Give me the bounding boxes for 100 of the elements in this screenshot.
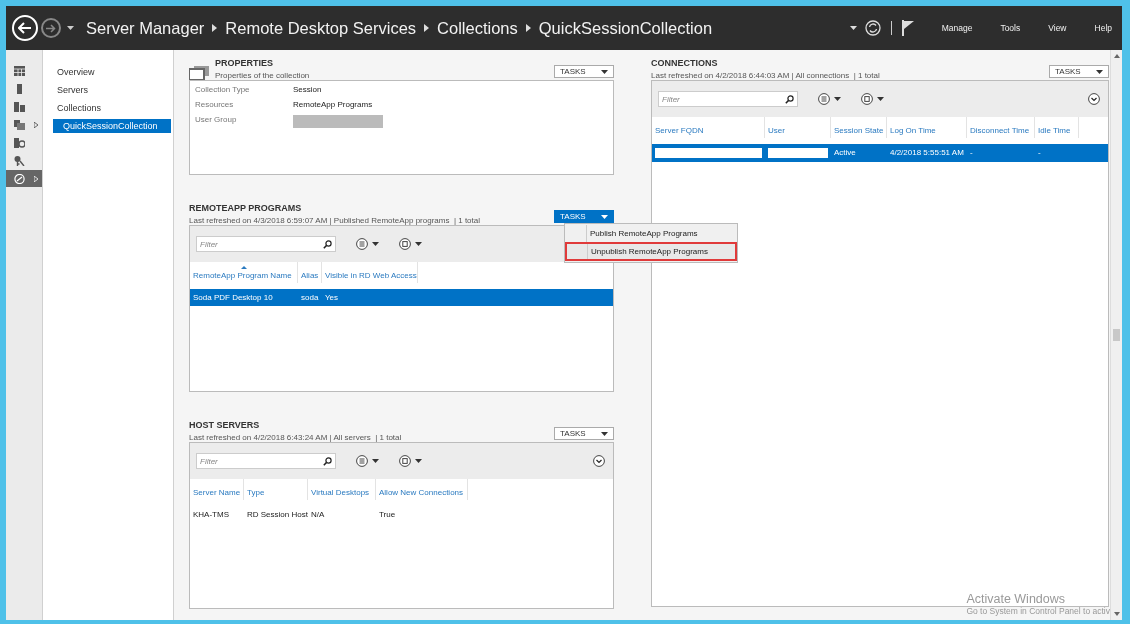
table-cell-text: RD Session Host: [246, 509, 308, 521]
table-cell-text: soda: [300, 292, 320, 304]
save-query-button[interactable]: [399, 455, 422, 467]
column-header[interactable]: Session State: [831, 117, 887, 138]
column-header[interactable]: Alias: [298, 262, 322, 283]
nav-item[interactable]: QuickSessionCollection: [53, 119, 171, 133]
menu-item[interactable]: Manage: [941, 23, 973, 33]
scrollbar[interactable]: [1110, 50, 1122, 620]
column-header[interactable]: Disconnect Time: [967, 117, 1035, 138]
caret-icon: [372, 242, 379, 246]
scroll-down-icon[interactable]: [1113, 612, 1120, 616]
history-caret-icon: [67, 26, 74, 30]
server-gear-icon[interactable]: [14, 137, 25, 148]
list-icon: [356, 455, 368, 467]
list-view-button[interactable]: [818, 93, 841, 105]
scroll-up-icon[interactable]: [1113, 54, 1120, 58]
remote-desktop-icon[interactable]: [14, 173, 25, 184]
section-status: Last refreshed on 4/3/2018 6:59:07 AM | Published RemoteApp programs | 1 total: [189, 216, 480, 225]
forward-button[interactable]: [41, 18, 61, 38]
save-icon: [399, 455, 411, 467]
breadcrumb-item[interactable]: Collections: [437, 18, 518, 38]
server-icon[interactable]: [14, 83, 25, 94]
table-cell-text: -: [1037, 147, 1042, 159]
triangle-icon: [525, 24, 531, 32]
table-row[interactable]: KHA-TMS RD Session Host N/A True: [190, 506, 613, 523]
grid-icon[interactable]: [14, 65, 25, 76]
list-icon: [818, 93, 830, 105]
breadcrumb-item[interactable]: Remote Desktop Services: [225, 18, 417, 38]
filter-field[interactable]: Filter: [196, 453, 336, 469]
filter-field[interactable]: Filter: [196, 236, 336, 252]
caret-icon: [601, 431, 608, 436]
menu-item[interactable]: View: [1048, 23, 1067, 33]
save-query-button[interactable]: [861, 93, 884, 105]
caret-icon: [849, 26, 857, 30]
column-header[interactable]: Idle Time: [1035, 117, 1079, 138]
table-cell-text: N/A: [310, 509, 326, 521]
section-title: REMOTEAPP PROGRAMS: [189, 203, 303, 213]
caret-icon: [415, 242, 422, 246]
tasks-button[interactable]: TASKS: [1049, 65, 1109, 78]
nav-item[interactable]: Collections: [53, 101, 173, 115]
breadcrumb-item[interactable]: QuickSessionCollection: [538, 18, 713, 38]
table-cell-text: Yes: [324, 292, 340, 304]
activation-text: Go to System in Control Panel to activ: [966, 606, 1110, 616]
search-icon: [323, 456, 332, 466]
caret-icon: [877, 97, 884, 101]
expand-button[interactable]: [593, 455, 605, 467]
caret-icon: [372, 459, 379, 463]
triangle-icon: [424, 24, 430, 32]
table-row[interactable]: Soda PDF Desktop 10 soda Yes: [190, 289, 613, 306]
column-header[interactable]: Server Name: [190, 479, 244, 500]
column-header[interactable]: Visible in RD Web Access: [322, 262, 418, 283]
column-header[interactable]: Type: [244, 479, 308, 500]
arrow-right-icon: [46, 23, 56, 33]
list-icon: [356, 238, 368, 250]
files-icon[interactable]: [14, 119, 25, 130]
section-title: PROPERTIES: [215, 58, 274, 68]
column-header[interactable]: Virtual Desktops: [308, 479, 376, 500]
column-header[interactable]: RemoteApp Program Name: [190, 262, 298, 283]
breadcrumb-item[interactable]: Server Manager: [86, 18, 205, 38]
key-icon[interactable]: [14, 155, 25, 166]
column-header[interactable]: Server FQDN: [652, 117, 765, 138]
save-query-button[interactable]: [399, 238, 422, 250]
column-header[interactable]: User: [765, 117, 831, 138]
caret-icon: [1096, 69, 1103, 74]
field-value: Session: [293, 85, 323, 94]
refresh-icon[interactable]: [864, 20, 881, 36]
tasks-button[interactable]: TASKS: [554, 427, 614, 440]
section-subtitle: Properties of the collection: [215, 71, 310, 80]
table-cell-text: -: [969, 147, 974, 159]
table-cell-text: KHA-TMS: [192, 509, 230, 521]
field-label: Collection Type: [195, 85, 251, 94]
table-cell-text: True: [378, 509, 397, 521]
back-button[interactable]: [12, 15, 38, 41]
expand-triangle-icon[interactable]: [34, 121, 38, 128]
table-row[interactable]: Active 4/2/2018 5:55:51 AM - -: [652, 144, 1108, 162]
filter-field[interactable]: Filter: [658, 91, 798, 107]
list-view-button[interactable]: [356, 455, 379, 467]
section-status: Last refreshed on 4/2/2018 6:43:24 AM | All servers | 1 total: [189, 433, 402, 442]
tasks-button[interactable]: TASKS: [554, 210, 614, 223]
nav-item[interactable]: Servers: [53, 83, 173, 97]
section-title: CONNECTIONS: [651, 58, 719, 68]
field-value: RemoteApp Programs: [293, 100, 374, 109]
caret-icon: [415, 459, 422, 463]
nav-item[interactable]: Overview: [53, 65, 173, 79]
arrow-left-icon: [18, 22, 32, 34]
expand-button[interactable]: [1088, 93, 1100, 105]
table-cell-text: 4/2/2018 5:55:51 AM: [889, 147, 965, 159]
tasks-button[interactable]: TASKS: [554, 65, 614, 78]
servers-icon[interactable]: [14, 101, 25, 112]
menu-item[interactable]: Unpublish RemoteApp Programs: [565, 242, 737, 261]
search-icon: [323, 239, 332, 249]
caret-icon: [601, 69, 608, 74]
redacted-block: [768, 148, 828, 158]
flag-icon[interactable]: [901, 20, 914, 36]
column-header[interactable]: Allow New Connections: [376, 479, 468, 500]
column-header[interactable]: Log On Time: [887, 117, 967, 138]
scrollbar-thumb[interactable]: [1113, 329, 1120, 341]
menu-item[interactable]: Tools: [1000, 23, 1021, 33]
menu-item[interactable]: Help: [1094, 23, 1112, 33]
list-view-button[interactable]: [356, 238, 379, 250]
